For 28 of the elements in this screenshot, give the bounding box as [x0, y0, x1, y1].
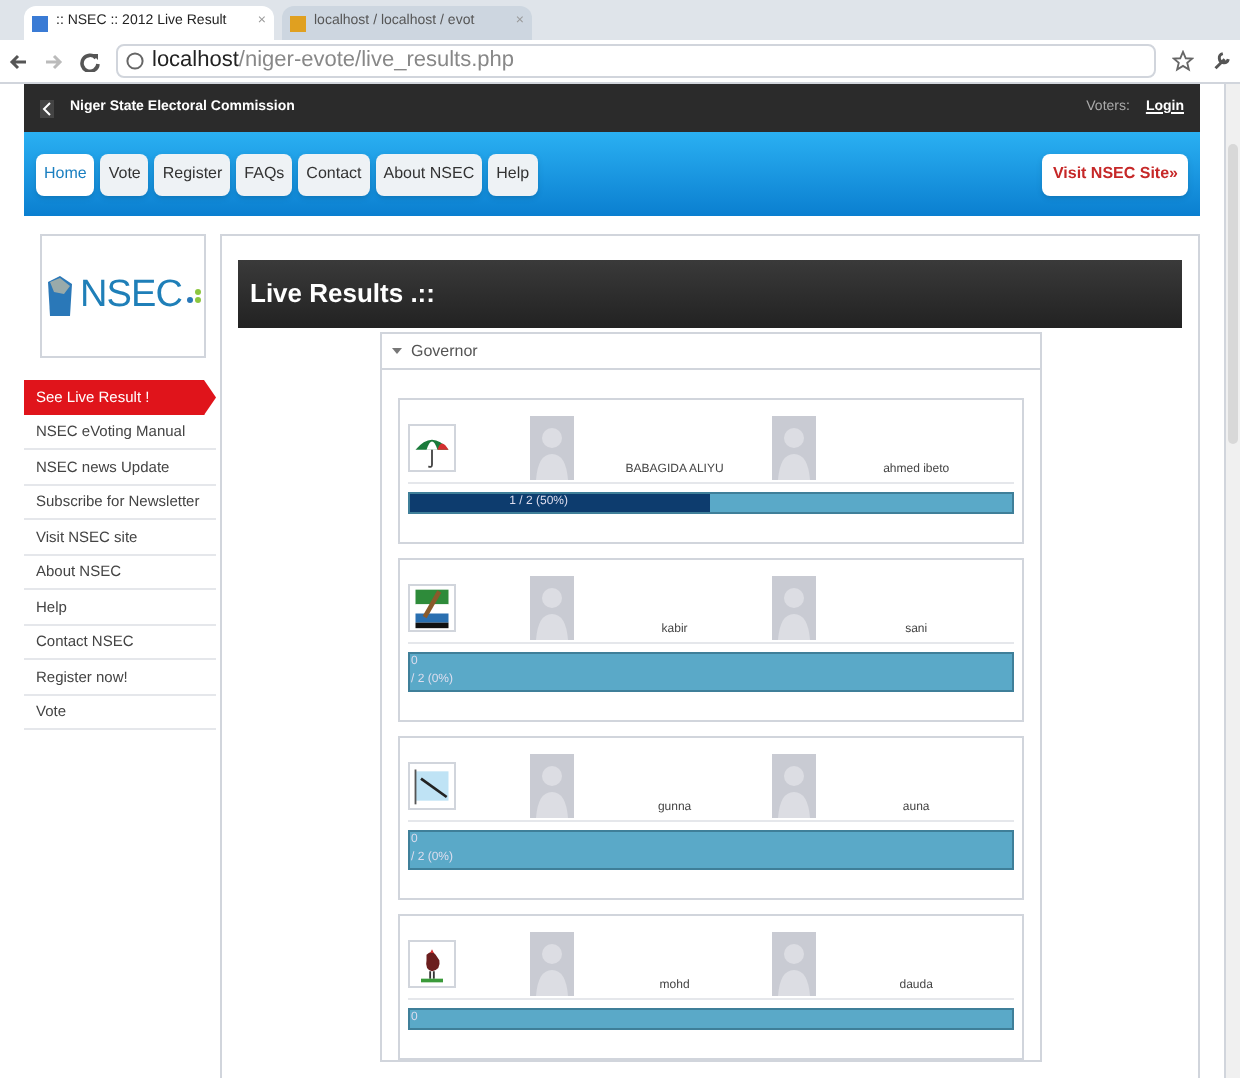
party-emblem-icon	[407, 940, 455, 988]
collapse-icon[interactable]	[40, 99, 54, 117]
visit-site-button[interactable]: Visit NSEC Site»	[1042, 153, 1188, 195]
logo-text: NSEC	[80, 271, 182, 320]
page-title: Live Results .::	[250, 276, 435, 313]
section-title: Governor	[411, 339, 478, 363]
party-emblem-icon	[407, 584, 455, 632]
favicon-icon	[32, 15, 48, 31]
nav-tab[interactable]: Contact	[298, 153, 370, 195]
map-emblem-icon	[44, 274, 77, 318]
dots-icon	[185, 288, 202, 304]
nav-tab[interactable]: Register	[154, 153, 231, 195]
back-icon[interactable]	[8, 51, 28, 71]
nav-tab[interactable]: About NSEC	[375, 153, 483, 195]
address-field[interactable]: localhost/niger-evote/live_results.php	[116, 44, 1156, 78]
wrench-icon[interactable]	[1210, 50, 1232, 72]
expand-icon[interactable]	[391, 346, 401, 356]
star-icon[interactable]	[1172, 50, 1194, 72]
favicon-icon	[290, 15, 306, 31]
nav-tab[interactable]: Home	[36, 153, 95, 195]
page-icon	[126, 52, 144, 70]
party-emblem-icon	[407, 762, 455, 810]
nav-tab[interactable]: Help	[488, 153, 538, 195]
nav-tab[interactable]: Vote	[100, 153, 149, 195]
reload-icon[interactable]	[80, 51, 100, 71]
nav-tab[interactable]: FAQs	[236, 153, 293, 195]
party-emblem-icon	[407, 424, 455, 472]
url-text: localhost/niger-evote/live_results.php	[152, 46, 514, 77]
